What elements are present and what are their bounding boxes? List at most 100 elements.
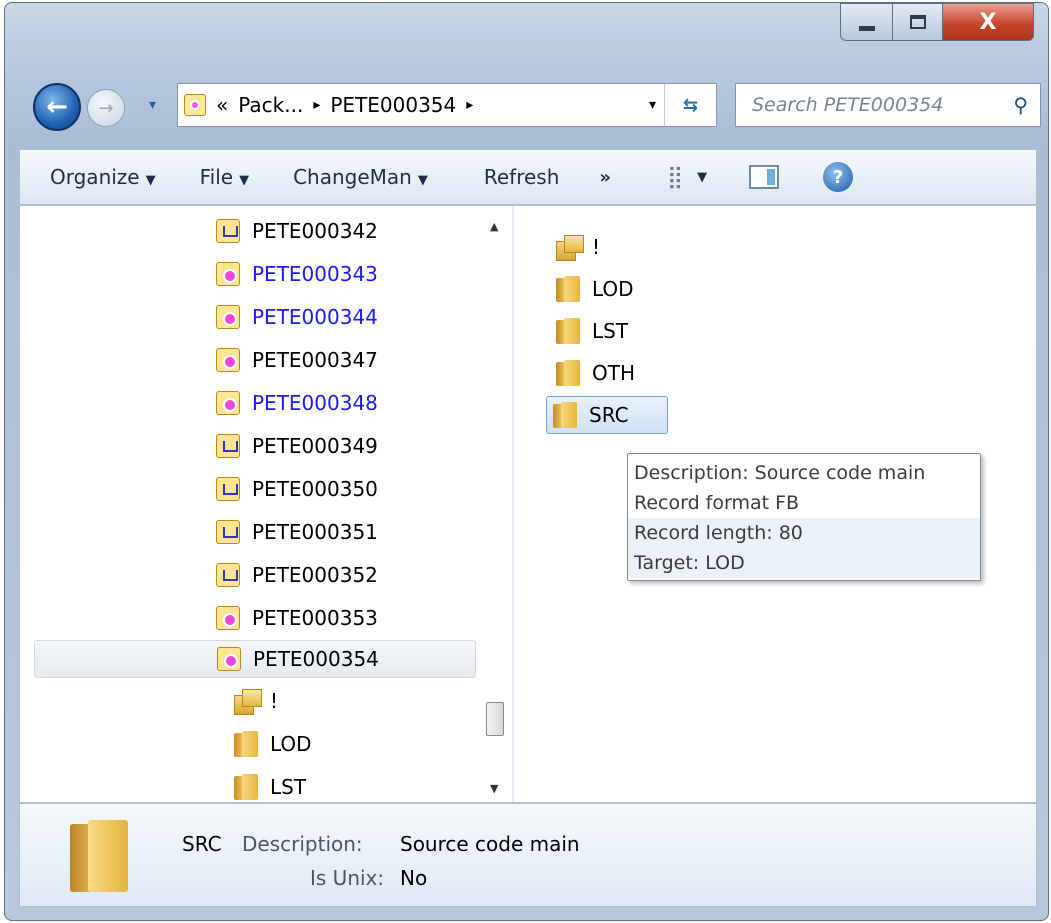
folder-icon xyxy=(234,731,258,757)
address-bar[interactable]: « Pack... ▸ PETE000354 ▸ ▾ ⇆ xyxy=(177,83,717,127)
details-unix-value: No xyxy=(400,866,428,890)
content-item-label: OTH xyxy=(592,361,635,385)
changeman-button[interactable]: ChangeMan ▼ xyxy=(249,165,428,189)
chevron-down-icon: ▼ xyxy=(145,173,156,188)
nav-scrollbar[interactable]: ▲ ▼ xyxy=(486,206,504,802)
details-description-value: Source code main xyxy=(400,832,580,856)
tooltip-target: Target: LOD xyxy=(628,548,980,578)
organize-button[interactable]: Organize ▼ xyxy=(20,165,156,189)
tooltip-record-length: Record length: 80 xyxy=(628,518,980,548)
tree-item-label: PETE000344 xyxy=(252,305,378,329)
tree-child-item[interactable]: LST xyxy=(234,768,306,802)
breadcrumb-separator-icon[interactable]: ▸ xyxy=(466,97,473,113)
minimize-button[interactable] xyxy=(840,3,892,41)
details-item-name: SRC xyxy=(182,832,222,856)
search-box[interactable]: Search PETE000354 ⚲ xyxy=(735,83,1041,127)
folder-icon xyxy=(70,820,128,892)
content-item-label: LOD xyxy=(592,277,634,301)
folder-icon xyxy=(556,360,580,386)
command-bar: Organize ▼ File ▼ ChangeMan ▼ Refresh » ⣿ ▼… xyxy=(19,149,1037,205)
forward-button[interactable]: → xyxy=(87,89,125,127)
content-item-label: ! xyxy=(592,235,601,259)
content-item-label: LST xyxy=(592,319,629,343)
minimize-icon xyxy=(858,25,875,31)
details-unix-label: Is Unix: xyxy=(310,866,385,890)
explorer-window: X ← → ▾ « Pack... ▸ PETE000354 ▸ ▾ ⇆ Sea… xyxy=(4,2,1049,921)
views-icon[interactable]: ⣿ xyxy=(667,165,683,190)
tree-item-label: LST xyxy=(270,775,307,799)
address-overflow[interactable]: « xyxy=(216,93,228,117)
tree-child-item[interactable]: LOD xyxy=(234,725,312,763)
tree-item[interactable]: PETE000352 xyxy=(216,556,378,594)
content-item[interactable]: OTH xyxy=(550,354,641,392)
package-icon xyxy=(216,391,240,415)
back-button[interactable]: ← xyxy=(33,83,81,131)
tree-item-label: ! xyxy=(270,689,279,713)
content-item[interactable]: ! xyxy=(550,228,606,266)
back-arrow-icon: ← xyxy=(46,92,68,122)
tree-item[interactable]: PETE000342 xyxy=(216,212,378,250)
scroll-thumb[interactable] xyxy=(486,702,504,736)
tree-item[interactable]: PETE000347 xyxy=(216,341,378,379)
tree-item-label: PETE000353 xyxy=(252,606,378,630)
navigation-bar: ← → ▾ « Pack... ▸ PETE000354 ▸ ▾ ⇆ Searc… xyxy=(33,79,1043,133)
chevron-down-icon: ▼ xyxy=(239,173,250,188)
search-icon[interactable]: ⚲ xyxy=(1013,93,1028,117)
package-icon xyxy=(216,520,240,544)
navigation-pane: PETE000342 PETE000343 PETE000344 PETE000… xyxy=(20,206,500,802)
package-icon xyxy=(216,262,240,286)
changeman-label: ChangeMan xyxy=(293,165,412,189)
tree-child-item[interactable]: ! xyxy=(234,682,278,720)
close-icon: X xyxy=(979,9,997,35)
package-icon xyxy=(216,219,240,243)
tree-item-label: PETE000347 xyxy=(252,348,378,372)
multi-folder-icon xyxy=(234,689,262,715)
package-icon xyxy=(216,477,240,501)
maximize-button[interactable] xyxy=(892,3,942,41)
address-refresh-button[interactable]: ⇆ xyxy=(664,84,716,126)
recent-pages-button[interactable]: ▾ xyxy=(149,97,156,113)
pane-divider[interactable] xyxy=(512,206,514,802)
tree-item-selected[interactable]: PETE000354 xyxy=(34,640,476,678)
tree-item[interactable]: PETE000348 xyxy=(216,384,378,422)
folder-icon xyxy=(556,318,580,344)
tree-item-label: PETE000349 xyxy=(252,434,378,458)
tree-item[interactable]: PETE000351 xyxy=(216,513,378,551)
package-icon xyxy=(217,647,241,671)
tree-item-label: LOD xyxy=(270,732,312,756)
tree-item[interactable]: PETE000343 xyxy=(216,255,378,293)
help-icon[interactable]: ? xyxy=(823,162,854,192)
breadcrumb-current[interactable]: PETE000354 xyxy=(330,93,456,117)
tooltip-description: Description: Source code main xyxy=(634,462,926,484)
refresh-button[interactable]: Refresh xyxy=(428,165,560,189)
file-button[interactable]: File ▼ xyxy=(156,165,249,189)
scroll-down-icon[interactable]: ▼ xyxy=(490,782,498,795)
tree-item[interactable]: PETE000353 xyxy=(216,599,378,637)
address-dropdown-icon[interactable]: ▾ xyxy=(649,97,656,113)
content-item-selected[interactable]: SRC xyxy=(546,396,668,434)
tree-item[interactable]: PETE000349 xyxy=(216,427,378,465)
views-dropdown-icon[interactable]: ▼ xyxy=(697,170,707,185)
file-label: File xyxy=(199,165,234,189)
preview-pane-icon[interactable] xyxy=(749,165,780,189)
package-icon xyxy=(216,434,240,458)
tree-item-label: PETE000342 xyxy=(252,219,378,243)
close-button[interactable]: X xyxy=(942,3,1034,41)
package-icon xyxy=(184,94,206,116)
breadcrumb-separator-icon[interactable]: ▸ xyxy=(313,97,320,113)
details-description-label: Description: xyxy=(242,832,363,856)
content-item[interactable]: LOD xyxy=(550,270,640,308)
folder-icon xyxy=(556,276,580,302)
scroll-up-icon[interactable]: ▲ xyxy=(490,220,498,233)
tree-item-label: PETE000351 xyxy=(252,520,378,544)
content-item-label: SRC xyxy=(589,403,629,427)
more-commands-button[interactable]: » xyxy=(559,167,611,188)
breadcrumb-pack[interactable]: Pack... xyxy=(238,93,303,117)
content-item[interactable]: LST xyxy=(550,312,634,350)
search-input[interactable]: Search PETE000354 xyxy=(752,94,943,116)
window-controls: X xyxy=(840,3,1034,41)
tree-item[interactable]: PETE000350 xyxy=(216,470,378,508)
tree-item-label: PETE000350 xyxy=(252,477,378,501)
tree-item[interactable]: PETE000344 xyxy=(216,298,378,336)
tree-item-label: PETE000348 xyxy=(252,391,378,415)
